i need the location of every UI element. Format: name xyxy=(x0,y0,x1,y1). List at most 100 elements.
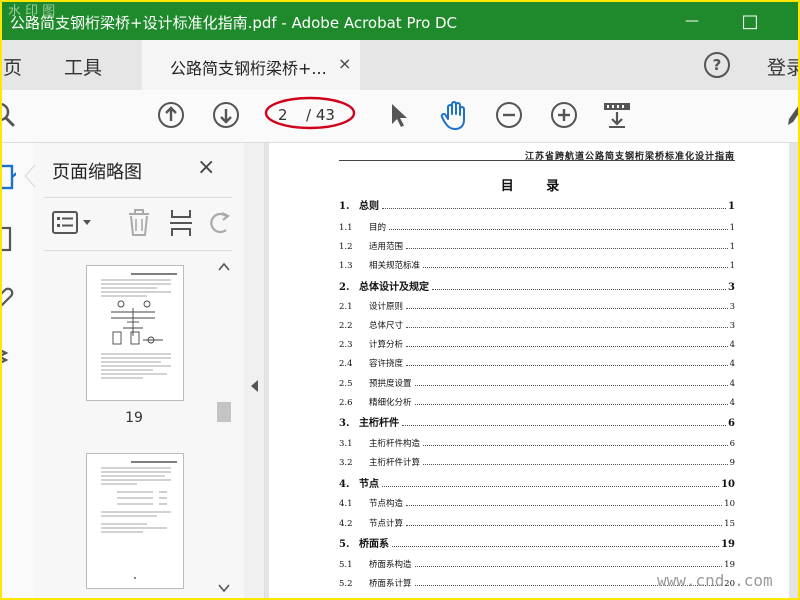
arrow-down-circle-icon xyxy=(213,102,239,128)
panel-collapse-handle[interactable] xyxy=(244,143,265,598)
toc-entry[interactable]: 5.1 桥面系构造 19 xyxy=(339,556,735,570)
toc-leader xyxy=(423,267,728,268)
toc-entry[interactable]: 1.2 适用范围 1 xyxy=(339,238,735,252)
close-panel-button[interactable]: × xyxy=(197,155,215,180)
page-thumbnail[interactable] xyxy=(86,453,184,589)
toc-entry-number: 4.2 xyxy=(339,519,353,529)
toc-entry-page: 10 xyxy=(721,479,735,490)
toc-entry-page: 1 xyxy=(729,242,735,252)
search-icon xyxy=(2,102,15,127)
toc-entry[interactable]: 4.2 节点计算 15 xyxy=(339,515,735,529)
toc-entry[interactable]: 3. 主桁杆件 6 xyxy=(339,415,735,429)
panel-pointer-icon xyxy=(24,165,36,187)
page-number-input[interactable] xyxy=(278,105,296,125)
toolbar: / 43 xyxy=(2,90,798,143)
toc-leader xyxy=(382,208,727,209)
toc-entry[interactable]: 2. 总体设计及规定 3 xyxy=(339,279,735,293)
tab-document[interactable]: 公路简支钢桁梁桥+... × xyxy=(142,40,360,90)
toc-entry-title: 桥面系 xyxy=(359,539,389,550)
pen-icon xyxy=(788,106,798,125)
toc-entry[interactable]: 2.3 计算分析 4 xyxy=(339,336,735,350)
thumbnails-scrollbar[interactable] xyxy=(214,258,234,598)
toc-entry-number: 3.1 xyxy=(339,439,353,449)
close-tab-button[interactable]: × xyxy=(338,54,351,73)
toc-entry[interactable]: 4. 节点 10 xyxy=(339,476,735,490)
toc-entry[interactable]: 1.1 目的 1 xyxy=(339,219,735,233)
thumbnail-preview xyxy=(101,461,177,579)
toc-entry-title: 计算分析 xyxy=(369,340,404,350)
scrollbar-thumb[interactable] xyxy=(217,402,231,422)
toc-entry-title: 总体尺寸 xyxy=(369,321,404,331)
options-menu-icon xyxy=(52,211,91,234)
toc-entry[interactable]: 5. 桥面系 19 xyxy=(339,536,735,550)
bookmarks-tab[interactable] xyxy=(2,225,14,259)
toc-entry[interactable]: 2.6 精细化分析 4 xyxy=(339,394,735,408)
toc-entry-title: 主桁杆件构造 xyxy=(369,439,421,449)
scroll-mode-button[interactable] xyxy=(600,98,634,132)
select-tool-button[interactable] xyxy=(382,98,416,132)
toc-entry-title: 主桁杆件 xyxy=(359,418,399,429)
toc-entry-number: 1.3 xyxy=(339,261,353,271)
toc-entry[interactable]: 2.1 设计原则 3 xyxy=(339,298,735,312)
help-button[interactable]: ? xyxy=(704,52,730,78)
toc-leader xyxy=(406,308,728,309)
toc-entry-title: 主桁杆件计算 xyxy=(369,458,421,468)
toc-leader xyxy=(414,385,728,386)
search-button[interactable] xyxy=(2,98,22,132)
toc-entry-number: 2.3 xyxy=(339,340,353,350)
toc-leader xyxy=(406,505,723,506)
insert-page-icon xyxy=(170,210,192,236)
toc-leader xyxy=(406,346,728,347)
toc-leader xyxy=(432,289,727,290)
tab-home[interactable]: 主页 xyxy=(2,53,22,80)
scroll-mode-icon xyxy=(604,103,630,128)
toc-entry-title: 桥面系构造 xyxy=(369,560,412,570)
document-view[interactable]: 江苏省跨航道公路简支钢桁梁桥标准化设计指南 目 录 1. 总则 1 1.1 目的 1 1.2… xyxy=(265,143,798,598)
toc-entry-title: 容许挠度 xyxy=(369,359,404,369)
page-thumbnail[interactable] xyxy=(86,265,184,401)
zoom-in-button[interactable] xyxy=(547,98,581,132)
toc-entry-number: 5.1 xyxy=(339,560,353,570)
toc-entry[interactable]: 4.1 节点构造 10 xyxy=(339,495,735,509)
toc-entry-title: 总则 xyxy=(359,201,379,212)
toc-entry[interactable]: 2.5 预拱度设置 4 xyxy=(339,375,735,389)
toc-leader xyxy=(423,464,728,465)
layers-tab[interactable] xyxy=(2,341,14,375)
login-button[interactable]: 登录 xyxy=(767,53,798,80)
toc-entry[interactable]: 1.3 相关规范标准 1 xyxy=(339,257,735,271)
toc-entry[interactable]: 2.4 容许挠度 4 xyxy=(339,355,735,369)
minimize-button[interactable]: — xyxy=(662,2,722,40)
previous-page-button[interactable] xyxy=(154,98,188,132)
toc-entry[interactable]: 3.1 主桁杆件构造 6 xyxy=(339,435,735,449)
insert-pages-button[interactable] xyxy=(168,208,194,242)
toc-entry-title: 设计原则 xyxy=(369,302,404,312)
zoom-in-icon xyxy=(551,102,577,128)
help-icon: ? xyxy=(712,56,722,74)
zoom-out-button[interactable] xyxy=(492,98,526,132)
paperclip-icon xyxy=(2,287,14,307)
tab-bar: 主页 工具 公路简支钢桁梁桥+... × ? 登录 xyxy=(2,40,798,90)
pdf-page: 江苏省跨航道公路简支钢桁梁桥标准化设计指南 目 录 1. 总则 1 1.1 目的 1 1.2… xyxy=(269,143,789,598)
toc-entry-title: 节点构造 xyxy=(369,499,404,509)
toc-entry-number: 3. xyxy=(339,418,350,429)
hand-icon xyxy=(440,101,465,130)
thumbnails-icon xyxy=(2,164,19,190)
next-page-button[interactable] xyxy=(209,98,243,132)
hand-tool-button[interactable] xyxy=(437,98,471,132)
tab-tools[interactable]: 工具 xyxy=(64,53,102,80)
zoom-out-icon xyxy=(496,102,522,128)
scroll-up-icon xyxy=(218,262,230,271)
thumbnail-options-button[interactable] xyxy=(52,210,96,240)
attachments-tab[interactable] xyxy=(2,283,14,315)
toc-entry-number: 1.2 xyxy=(339,242,353,252)
toc-entry[interactable]: 1. 总则 1 xyxy=(339,198,735,212)
page-thumbnails-tab[interactable] xyxy=(2,163,19,197)
toc-entry[interactable]: 3.2 主桁杆件计算 9 xyxy=(339,454,735,468)
rotate-pages-button[interactable] xyxy=(206,208,232,242)
sign-tool-button[interactable] xyxy=(778,98,798,132)
toc-entry[interactable]: 2.2 总体尺寸 3 xyxy=(339,317,735,331)
toc-entry-number: 4. xyxy=(339,479,350,490)
delete-pages-button[interactable] xyxy=(126,208,152,242)
maximize-button[interactable]: □ xyxy=(720,2,780,40)
toc-entry-page: 4 xyxy=(729,379,735,389)
